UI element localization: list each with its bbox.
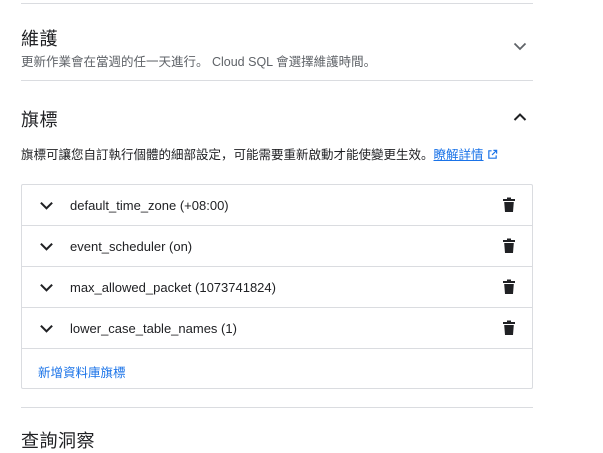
trash-icon[interactable] (502, 197, 516, 213)
flag-row-event-scheduler[interactable]: event_scheduler (on) (22, 226, 532, 267)
top-divider (21, 3, 533, 4)
flags-description: 旗標可讓您自訂執行個體的細部設定，可能需要重新啟動才能使變更生效。瞭解詳情 (21, 144, 498, 163)
trash-icon[interactable] (502, 279, 516, 295)
query-insights-title[interactable]: 查詢洞察 (21, 427, 95, 453)
flag-label: default_time_zone (+08:00) (70, 198, 229, 213)
learn-more-link[interactable]: 瞭解詳情 (434, 148, 484, 162)
flag-label: event_scheduler (on) (70, 239, 193, 254)
chevron-up-icon[interactable] (512, 109, 528, 125)
flag-row-default-time-zone[interactable]: default_time_zone (+08:00) (22, 185, 532, 226)
external-link-icon[interactable] (487, 149, 498, 160)
chevron-down-icon[interactable] (39, 280, 54, 295)
flag-label: max_allowed_packet (1073741824) (70, 280, 276, 295)
chevron-down-icon[interactable] (39, 198, 54, 213)
chevron-down-icon[interactable] (39, 321, 54, 336)
section-divider (21, 407, 533, 408)
flags-description-text: 旗標可讓您自訂執行個體的細部設定，可能需要重新啟動才能使變更生效。 (21, 148, 434, 162)
trash-icon[interactable] (502, 238, 516, 254)
flag-row-max-allowed-packet[interactable]: max_allowed_packet (1073741824) (22, 267, 532, 308)
trash-icon[interactable] (502, 320, 516, 336)
flag-row-lower-case-table-names[interactable]: lower_case_table_names (1) (22, 308, 532, 349)
chevron-down-icon[interactable] (512, 38, 528, 54)
maintenance-title: 維護 (21, 29, 58, 49)
add-database-flag-button[interactable]: 新增資料庫旗標 (38, 362, 126, 381)
chevron-down-icon[interactable] (39, 239, 54, 254)
maintenance-description: 更新作業會在當週的任一天進行。 Cloud SQL 會選擇維護時間。 (21, 55, 377, 69)
section-divider (21, 80, 533, 81)
flags-list: default_time_zone (+08:00) event_schedul… (21, 184, 533, 389)
flags-title: 旗標 (21, 110, 58, 130)
flag-label: lower_case_table_names (1) (70, 321, 237, 336)
